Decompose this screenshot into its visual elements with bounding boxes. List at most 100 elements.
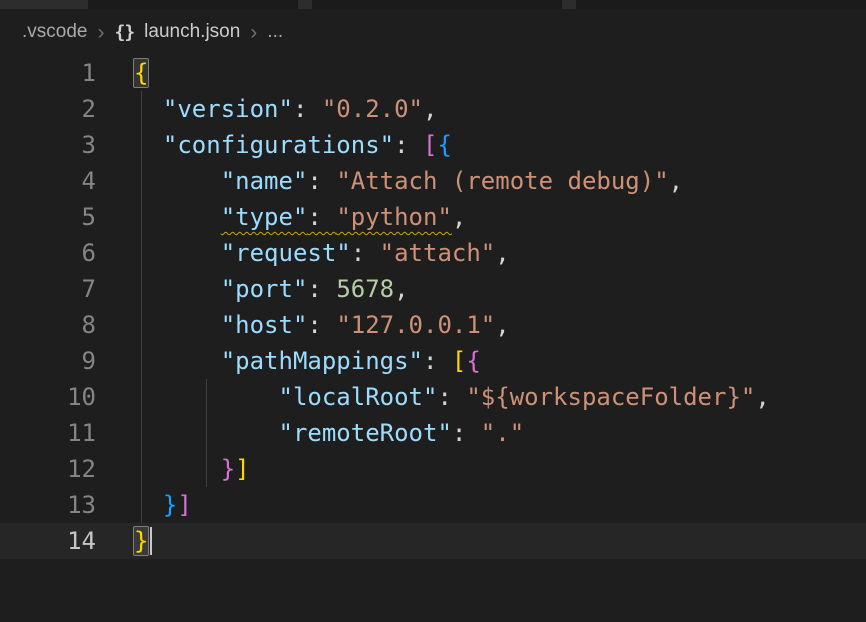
code-token bbox=[134, 95, 163, 123]
code-token: , bbox=[495, 239, 509, 267]
code-token: 5678 bbox=[336, 275, 394, 303]
code-line[interactable]: 9 "pathMappings": [{ bbox=[0, 343, 866, 379]
code-token: ] bbox=[177, 491, 191, 519]
code-token: : bbox=[437, 383, 466, 411]
code-token: : bbox=[307, 167, 336, 195]
code-text: "name": "Attach (remote debug)", bbox=[96, 163, 683, 199]
breadcrumb-symbol-ellipsis[interactable]: ... bbox=[267, 21, 283, 43]
code-token: , bbox=[394, 275, 408, 303]
code-token bbox=[134, 491, 163, 519]
code-text: "port": 5678, bbox=[96, 271, 409, 307]
line-number[interactable]: 11 bbox=[0, 415, 96, 451]
code-line[interactable]: 7 "port": 5678, bbox=[0, 271, 866, 307]
line-number[interactable]: 8 bbox=[0, 307, 96, 343]
code-text: } bbox=[96, 523, 152, 559]
code-token bbox=[134, 275, 221, 303]
code-token: "Attach (remote debug)" bbox=[336, 167, 668, 195]
tab-strip-segment[interactable] bbox=[576, 0, 866, 9]
code-token: "pathMappings" bbox=[221, 347, 423, 375]
code-text: "type": "python", bbox=[96, 199, 466, 235]
breadcrumb-folder[interactable]: .vscode bbox=[22, 21, 87, 43]
code-token: , bbox=[452, 203, 466, 231]
code-text: "pathMappings": [{ bbox=[96, 343, 481, 379]
code-text: }] bbox=[96, 451, 250, 487]
line-number[interactable]: 12 bbox=[0, 451, 96, 487]
code-token: ] bbox=[235, 455, 249, 483]
code-text: "remoteRoot": "." bbox=[96, 415, 524, 451]
tab-strip-segment[interactable] bbox=[88, 0, 298, 9]
code-token bbox=[134, 167, 221, 195]
code-token bbox=[134, 455, 221, 483]
code-line[interactable]: 4 "name": "Attach (remote debug)", bbox=[0, 163, 866, 199]
code-line[interactable]: 10 "localRoot": "${workspaceFolder}", bbox=[0, 379, 866, 415]
code-line[interactable]: 6 "request": "attach", bbox=[0, 235, 866, 271]
code-token: , bbox=[669, 167, 683, 195]
chevron-right-icon: › bbox=[97, 22, 104, 43]
line-number[interactable]: 2 bbox=[0, 91, 96, 127]
code-line[interactable]: 3 "configurations": [{ bbox=[0, 127, 866, 163]
code-token: , bbox=[495, 311, 509, 339]
code-text: { bbox=[96, 55, 148, 91]
code-token bbox=[134, 347, 221, 375]
code-token: "version" bbox=[163, 95, 293, 123]
code-token: "python" bbox=[336, 203, 452, 231]
code-token: [ bbox=[423, 131, 437, 159]
code-line[interactable]: 1{ bbox=[0, 55, 866, 91]
code-token: { bbox=[437, 131, 451, 159]
code-token: : bbox=[293, 95, 322, 123]
code-text: "version": "0.2.0", bbox=[96, 91, 437, 127]
code-line[interactable]: 13 }] bbox=[0, 487, 866, 523]
json-braces-icon: {} bbox=[114, 22, 134, 43]
breadcrumb: .vscode › {} launch.json › ... bbox=[0, 9, 866, 55]
code-token bbox=[134, 311, 221, 339]
code-token: } bbox=[163, 491, 177, 519]
line-number[interactable]: 13 bbox=[0, 487, 96, 523]
code-token bbox=[134, 203, 221, 231]
code-line[interactable]: 12 }] bbox=[0, 451, 866, 487]
code-token: : bbox=[307, 275, 336, 303]
line-number[interactable]: 10 bbox=[0, 379, 96, 415]
code-token: : bbox=[307, 311, 336, 339]
code-token: "configurations" bbox=[163, 131, 394, 159]
code-line[interactable]: 11 "remoteRoot": "." bbox=[0, 415, 866, 451]
line-number[interactable]: 6 bbox=[0, 235, 96, 271]
code-token: [ bbox=[452, 347, 466, 375]
code-line[interactable]: 14} bbox=[0, 523, 866, 559]
code-token: : bbox=[307, 203, 336, 231]
code-text: }] bbox=[96, 487, 192, 523]
code-token: "127.0.0.1" bbox=[336, 311, 495, 339]
code-token: "host" bbox=[221, 311, 308, 339]
code-token: "0.2.0" bbox=[322, 95, 423, 123]
code-token: "type" bbox=[221, 203, 308, 231]
line-number[interactable]: 7 bbox=[0, 271, 96, 307]
editor-area[interactable]: 1{2 "version": "0.2.0",3 "configurations… bbox=[0, 55, 866, 559]
line-number[interactable]: 5 bbox=[0, 199, 96, 235]
code-token bbox=[134, 239, 221, 267]
code-token bbox=[134, 131, 163, 159]
tab-strip bbox=[0, 0, 866, 9]
line-number[interactable]: 9 bbox=[0, 343, 96, 379]
chevron-right-icon: › bbox=[250, 22, 257, 43]
code-text: "request": "attach", bbox=[96, 235, 510, 271]
code-line[interactable]: 2 "version": "0.2.0", bbox=[0, 91, 866, 127]
code-token: "attach" bbox=[380, 239, 496, 267]
code-token: "localRoot" bbox=[279, 383, 438, 411]
indent-guide bbox=[206, 379, 207, 487]
matched-bracket: } bbox=[134, 527, 148, 555]
code-token: "remoteRoot" bbox=[279, 419, 452, 447]
vscode-editor-window: .vscode › {} launch.json › ... 1{2 "vers… bbox=[0, 0, 866, 559]
code-token: , bbox=[423, 95, 437, 123]
line-number[interactable]: 4 bbox=[0, 163, 96, 199]
code-text: "configurations": [{ bbox=[96, 127, 452, 163]
code-token: "." bbox=[481, 419, 524, 447]
line-number[interactable]: 14 bbox=[0, 523, 96, 559]
code-token: "name" bbox=[221, 167, 308, 195]
breadcrumb-file[interactable]: launch.json bbox=[144, 21, 240, 43]
code-line[interactable]: 8 "host": "127.0.0.1", bbox=[0, 307, 866, 343]
code-token: : bbox=[351, 239, 380, 267]
code-token: , bbox=[755, 383, 769, 411]
tab-strip-segment[interactable] bbox=[312, 0, 562, 9]
line-number[interactable]: 1 bbox=[0, 55, 96, 91]
line-number[interactable]: 3 bbox=[0, 127, 96, 163]
code-line[interactable]: 5 "type": "python", bbox=[0, 199, 866, 235]
